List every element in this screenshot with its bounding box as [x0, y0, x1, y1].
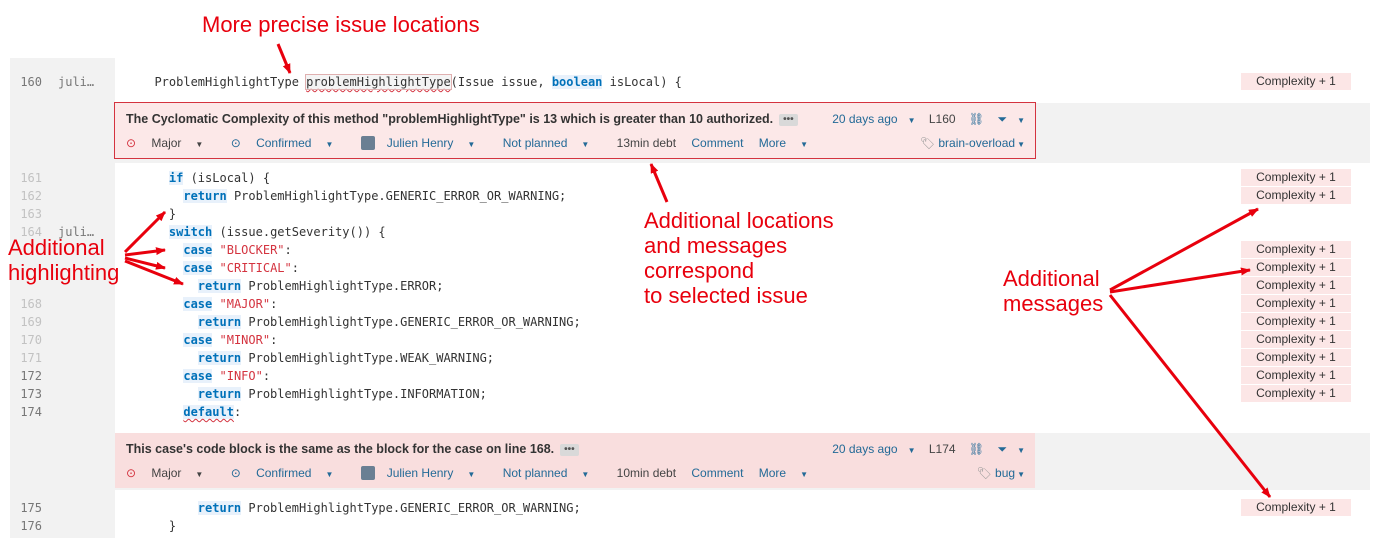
annotation-arrows [123, 43, 1272, 498]
arrow-to-complexity-2 [1109, 267, 1251, 294]
arrow-to-line-163 [123, 210, 167, 254]
arrow-to-case-blocker [124, 247, 166, 257]
arrow-to-method-name [276, 43, 292, 74]
arrow-to-issue-box [649, 163, 669, 203]
arrow-to-complexity-3 [1108, 294, 1272, 498]
arrow-to-complexity-1 [1109, 207, 1259, 292]
